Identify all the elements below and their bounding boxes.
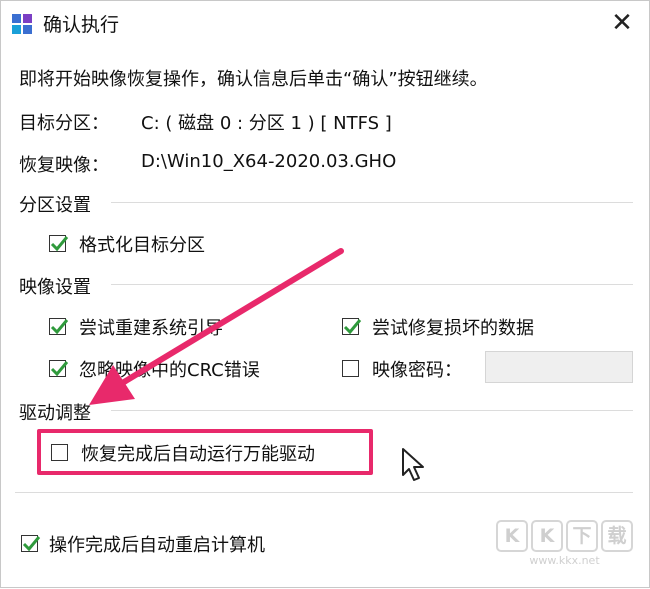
separator: [111, 284, 633, 285]
image-password-label: 映像密码：: [372, 360, 462, 381]
separator: [15, 492, 633, 493]
watermark-letter: K: [531, 520, 563, 552]
target-partition-value: C: ( 磁盘 0 : 分区 1 ) [ NTFS ]: [141, 113, 392, 134]
repair-data-checkbox[interactable]: [342, 318, 362, 335]
restore-image-value: D:\Win10_X64-2020.03.GHO: [141, 151, 397, 172]
separator: [111, 202, 633, 203]
repair-data-label: 尝试修复损坏的数据: [372, 318, 534, 339]
check-icon: [50, 236, 69, 252]
restore-image-label: 恢复映像：: [19, 155, 109, 176]
watermark-letter: 载: [601, 520, 633, 552]
image-settings-heading: 映像设置: [19, 277, 91, 298]
mouse-cursor-icon: [402, 448, 424, 481]
window-title: 确认执行: [43, 14, 120, 36]
confirm-dialog: 确认执行 ✕ 即将开始映像恢复操作，确认信息后单击“确认”按钮继续。 目标分区：…: [0, 0, 650, 588]
close-button[interactable]: ✕: [603, 5, 641, 41]
watermark-logo: K K 下 载: [496, 520, 633, 552]
watermark-letter: 下: [566, 520, 598, 552]
app-icon: [12, 14, 32, 34]
format-target-label: 格式化目标分区: [79, 235, 205, 256]
check-icon: [343, 319, 362, 335]
intro-text: 即将开始映像恢复操作，确认信息后单击“确认”按钮继续。: [19, 69, 488, 90]
check-icon: [22, 536, 41, 552]
rebuild-boot-label: 尝试重建系统引导: [79, 318, 223, 339]
auto-restart-label: 操作完成后自动重启计算机: [49, 535, 265, 556]
partition-settings-heading: 分区设置: [19, 195, 91, 216]
watermark-letter: K: [496, 520, 528, 552]
format-target-checkbox[interactable]: [49, 235, 69, 252]
highlight-box: [37, 429, 373, 475]
watermark: K K 下 载 www.kkx.net: [496, 520, 633, 567]
separator: [111, 410, 633, 411]
ignore-crc-checkbox[interactable]: [49, 360, 69, 377]
check-icon: [50, 319, 69, 335]
target-partition-label: 目标分区：: [19, 113, 109, 134]
image-password-checkbox[interactable]: [342, 360, 359, 377]
auto-restart-checkbox[interactable]: [21, 535, 41, 552]
ignore-crc-label: 忽略映像中的CRC错误: [79, 360, 260, 381]
image-password-input[interactable]: [485, 351, 633, 383]
check-icon: [50, 361, 69, 377]
watermark-url: www.kkx.net: [529, 554, 600, 567]
rebuild-boot-checkbox[interactable]: [49, 318, 69, 335]
title-bar: 确认执行 ✕: [1, 1, 649, 45]
driver-settings-heading: 驱动调整: [19, 403, 91, 424]
